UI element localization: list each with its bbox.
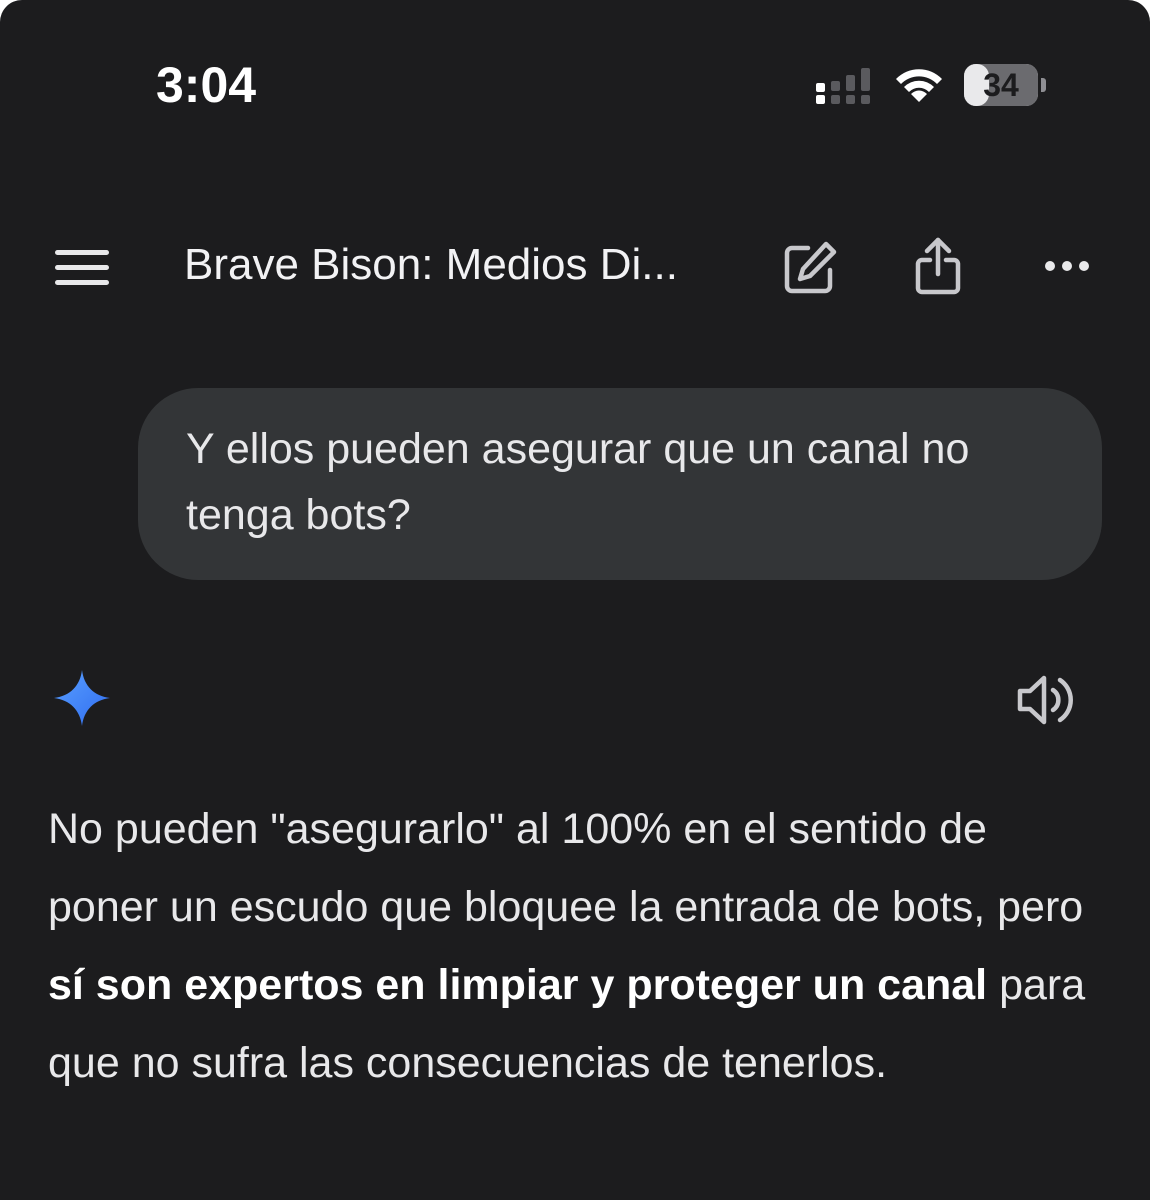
user-message-text: Y ellos pueden asegurar que un canal no … [186, 425, 970, 539]
gemini-sparkle-icon [54, 670, 110, 726]
response-text-bold: sí son expertos en limpiar y proteger un… [48, 961, 988, 1009]
wifi-icon [896, 69, 942, 102]
user-message-bubble: Y ellos pueden asegurar que un canal no … [138, 388, 1102, 580]
speaker-icon[interactable] [1016, 672, 1074, 728]
status-time: 3:04 [156, 57, 257, 113]
cellular-signal-icon [816, 68, 870, 104]
status-icons: 34 [814, 62, 1054, 112]
menu-icon[interactable] [55, 248, 111, 288]
edit-icon[interactable] [782, 240, 838, 296]
battery-level: 34 [983, 67, 1019, 103]
chat-title[interactable]: Brave Bison: Medios Di... [184, 240, 744, 290]
more-icon[interactable] [1044, 256, 1090, 276]
response-text-part1: No pueden "asegurarlo" al 100% en el sen… [48, 805, 1084, 931]
app-screen: 3:04 34 Brave Bison: Medios Di... Y ello… [0, 0, 1150, 1200]
assistant-response: No pueden "asegurarlo" al 100% en el sen… [48, 790, 1108, 1102]
share-icon[interactable] [914, 236, 962, 296]
battery-icon: 34 [964, 64, 1046, 106]
